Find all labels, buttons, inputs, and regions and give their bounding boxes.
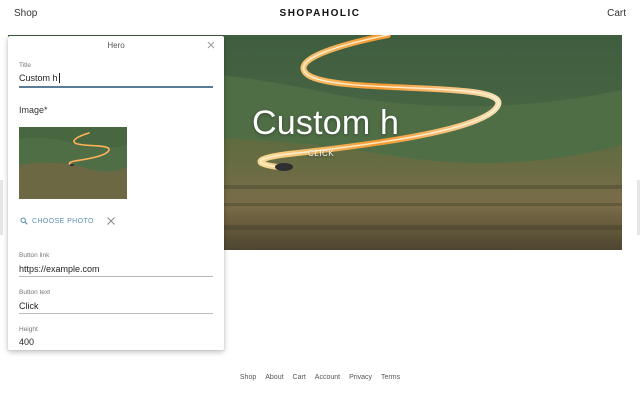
button-text-label: Button text (19, 289, 51, 296)
title-field[interactable]: Custom h (19, 73, 60, 83)
footer-links: Shop About Cart Account Privacy Terms (0, 374, 640, 381)
button-link-label: Button link (19, 252, 50, 259)
text-caret (58, 73, 60, 83)
footer-link-cart[interactable]: Cart (293, 374, 306, 381)
height-field[interactable]: 400 (19, 337, 34, 347)
thumbnail-image (19, 127, 127, 199)
search-icon (20, 217, 28, 225)
close-icon[interactable] (206, 40, 216, 50)
hero-editor-panel: Hero Title Custom h Image* CHOOSE PHOTO … (8, 36, 224, 350)
button-link-field[interactable]: https://example.com (19, 264, 100, 274)
top-navigation: Shop SHOPAHOLIC Cart (0, 0, 640, 28)
footer-link-privacy[interactable]: Privacy (349, 374, 372, 381)
image-thumbnail (19, 127, 127, 199)
footer-link-shop[interactable]: Shop (240, 374, 256, 381)
panel-title: Hero (107, 41, 125, 50)
hero-cta-button[interactable]: CLICK (308, 149, 334, 158)
title-field-value: Custom h (19, 73, 58, 83)
image-field-label: Image* (19, 105, 48, 115)
button-text-field[interactable]: Click (19, 301, 39, 311)
left-edge-handle (0, 180, 3, 235)
title-field-label: Title (19, 62, 32, 69)
hero-title: Custom h (252, 104, 400, 142)
button-link-underline (19, 276, 213, 277)
brand-logo[interactable]: SHOPAHOLIC (0, 8, 640, 19)
remove-image-icon[interactable] (106, 216, 116, 226)
footer-link-terms[interactable]: Terms (381, 374, 400, 381)
footer-link-account[interactable]: Account (315, 374, 340, 381)
footer-link-about[interactable]: About (265, 374, 283, 381)
choose-photo-label: CHOOSE PHOTO (32, 217, 94, 225)
title-field-underline (19, 86, 213, 88)
nav-cart-link[interactable]: Cart (607, 8, 626, 19)
choose-photo-button[interactable]: CHOOSE PHOTO (20, 214, 94, 228)
height-label: Height (19, 326, 38, 333)
button-text-underline (19, 313, 213, 314)
